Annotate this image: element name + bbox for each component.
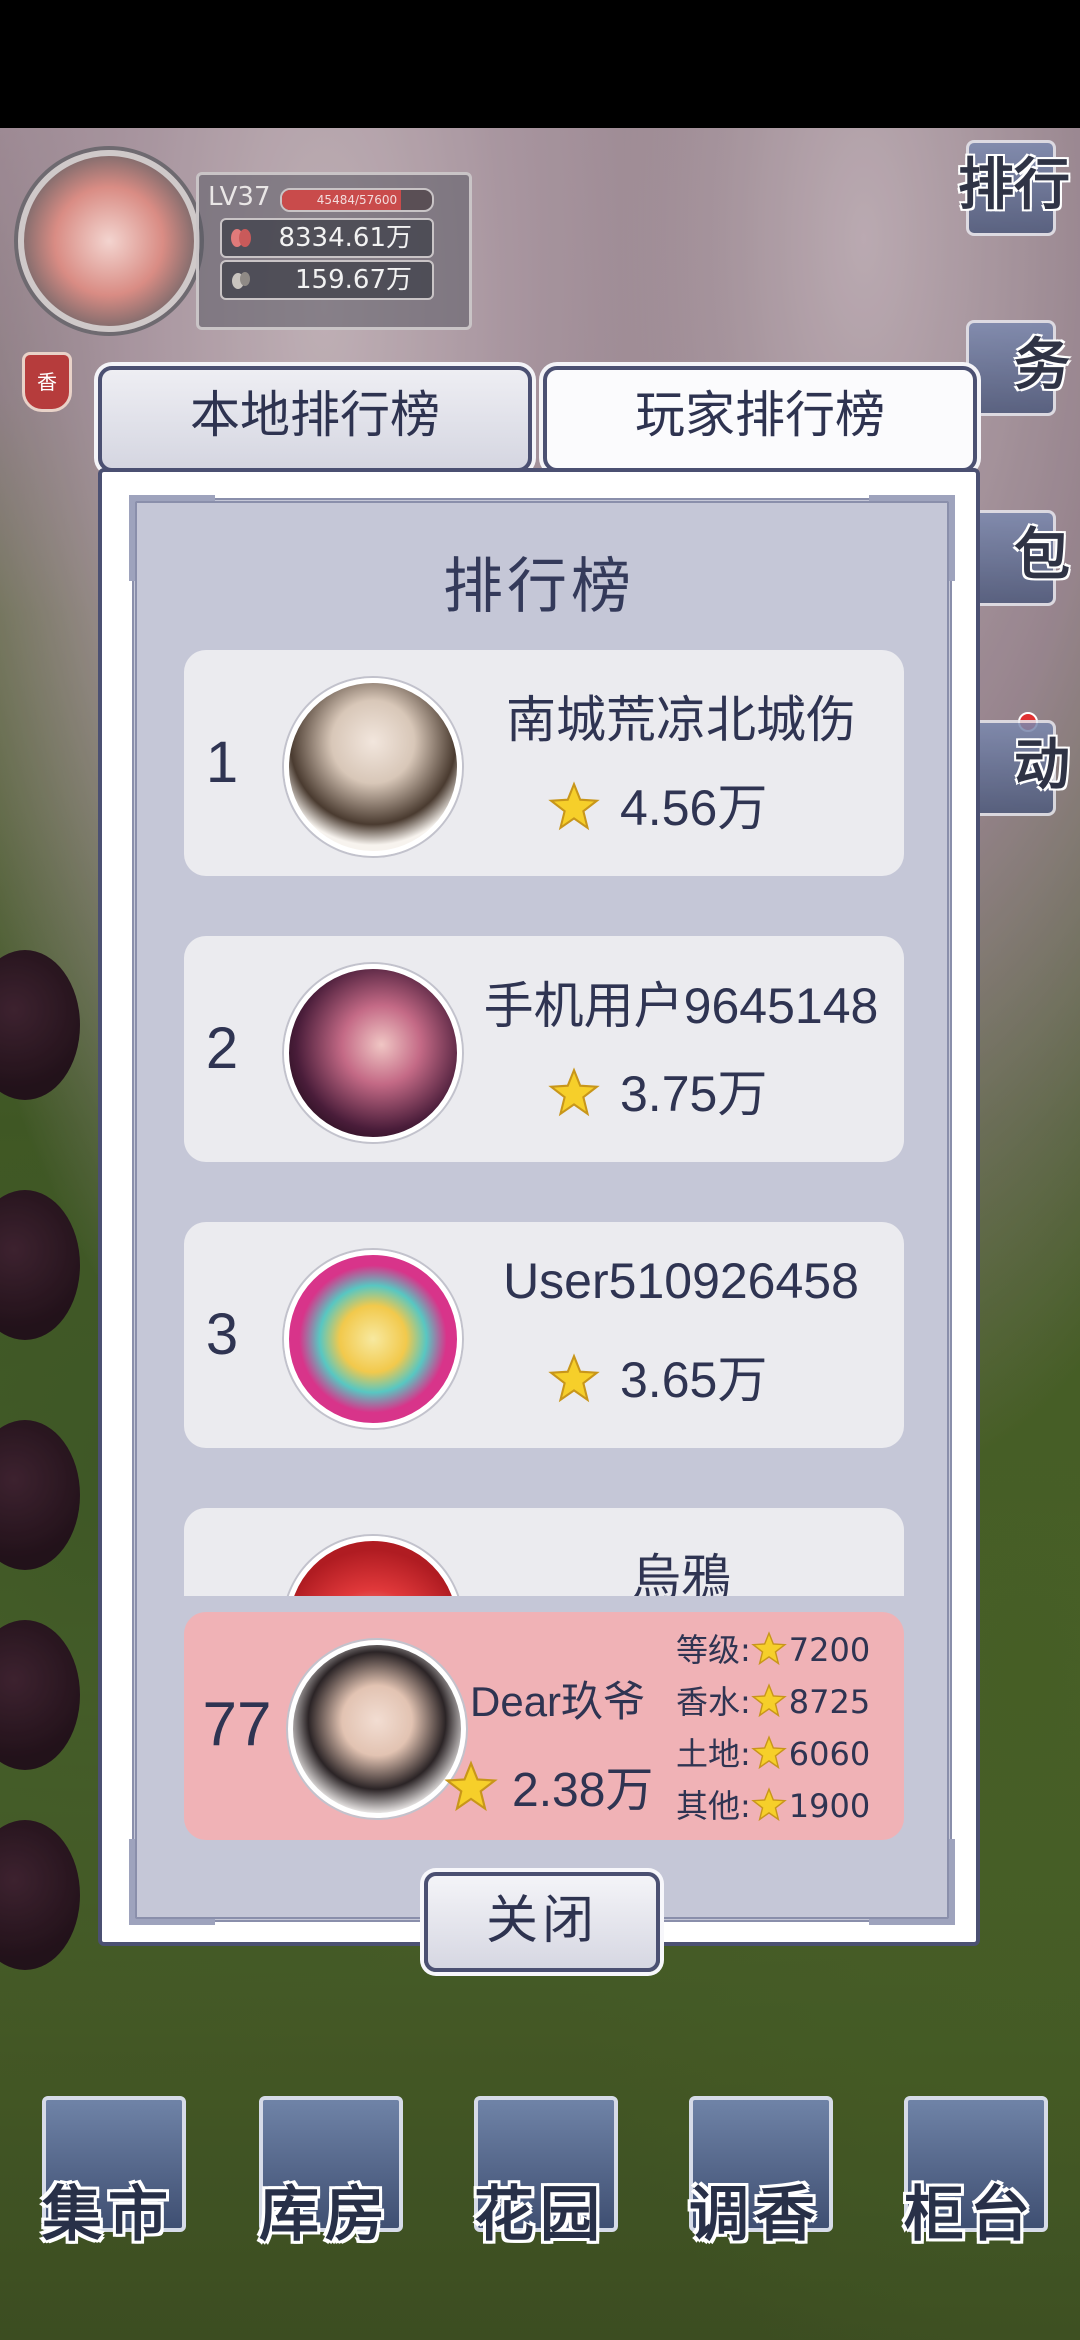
nav-counter-label: 柜台	[904, 2180, 1036, 2250]
side-menu-ranking-label: 排行	[958, 152, 1070, 218]
xp-text: 45484/57600	[316, 193, 398, 207]
resource-2: 159.67万	[220, 260, 434, 300]
side-menu-ranking[interactable]: 排行	[950, 140, 1070, 258]
my-player-name: Dear玖爷	[470, 1678, 646, 1725]
petal-icon	[231, 229, 251, 247]
stat-land: 土地: 6060	[676, 1728, 906, 1780]
nav-counter[interactable]: 柜台	[890, 2090, 1050, 2250]
score-value: 3.65万	[620, 1352, 768, 1408]
side-menu-events-label: 动	[1014, 732, 1070, 798]
corner-ornament	[129, 1839, 215, 1925]
star-icon	[750, 1683, 787, 1718]
my-ranking-row[interactable]: 77 Dear玖爷 2.38万 等级: 7200 香水: 8725 土地: 6060 …	[184, 1612, 904, 1840]
leaderboard-row[interactable]: 2 手机用户9645148 3.75万	[184, 936, 904, 1162]
corner-ornament	[869, 1839, 955, 1925]
nav-perfume-label: 调香	[689, 2180, 821, 2250]
player-score: 3.75万	[548, 1054, 767, 1126]
player-level: LV37	[208, 182, 271, 212]
nav-perfume[interactable]: 调香	[675, 2090, 835, 2250]
nav-warehouse-label: 库房	[259, 2180, 391, 2250]
my-score: 2.38万	[444, 1750, 653, 1820]
stat-level-label: 等级:	[676, 1631, 751, 1669]
close-button[interactable]: 关闭	[424, 1872, 660, 1972]
rank-number: 4	[202, 1508, 242, 1596]
player-name: 烏鴉	[631, 1550, 731, 1596]
my-avatar[interactable]	[288, 1640, 466, 1818]
resource-1: 8334.61万	[220, 218, 434, 258]
leaderboard-panel: 排行榜 1 南城荒凉北城伤 4.56万 2 手机用户9645148 3.75万 …	[98, 468, 980, 1946]
stat-other: 其他: 1900	[676, 1780, 906, 1832]
player-score: 3.65万	[548, 1340, 767, 1412]
my-score-value: 2.38万	[512, 1764, 654, 1817]
incense-badge[interactable]: 香	[22, 352, 72, 412]
stat-perfume-label: 香水:	[676, 1683, 751, 1721]
avatar[interactable]	[284, 1250, 462, 1428]
leaderboard-list[interactable]: 1 南城荒凉北城伤 4.56万 2 手机用户9645148 3.75万 3 Us…	[184, 650, 904, 1596]
tab-local-ranking[interactable]: 本地排行榜	[98, 366, 532, 472]
star-icon	[444, 1760, 498, 1812]
rank-number: 1	[205, 730, 239, 795]
my-rank-number: 77	[202, 1690, 272, 1759]
star-icon	[548, 1353, 600, 1403]
star-icon	[750, 1735, 787, 1770]
leaderboard-title: 排行榜	[443, 552, 635, 622]
stat-other-label: 其他:	[676, 1787, 751, 1825]
nav-market[interactable]: 集市	[28, 2090, 188, 2250]
stat-perfume-value: 8725	[788, 1683, 871, 1721]
player-avatar[interactable]	[18, 150, 200, 332]
star-icon	[548, 781, 600, 831]
rank-number: 2	[205, 1016, 239, 1081]
avatar[interactable]	[284, 964, 462, 1142]
resource-2-value: 159.67万	[295, 265, 412, 295]
player-name: 手机用户9645148	[483, 978, 879, 1034]
rank-number: 3	[205, 1302, 239, 1367]
star-icon	[548, 1067, 600, 1117]
player-name: User510926458	[503, 1253, 859, 1309]
tab-player-ranking[interactable]: 玩家排行榜	[543, 366, 977, 472]
side-menu-tasks-label: 务	[1014, 332, 1070, 398]
avatar[interactable]	[284, 678, 462, 856]
side-menu-bag-label: 包	[1014, 522, 1070, 588]
nav-garden[interactable]: 花园	[460, 2090, 620, 2250]
stat-land-label: 土地:	[676, 1735, 751, 1773]
player-score: 4.56万	[548, 768, 767, 840]
star-icon	[750, 1787, 787, 1822]
score-value: 3.75万	[620, 1066, 768, 1122]
star-icon	[750, 1631, 787, 1666]
stat-perfume: 香水: 8725	[676, 1676, 906, 1728]
leaderboard-row[interactable]: 4 烏鴉	[184, 1508, 904, 1596]
nav-warehouse[interactable]: 库房	[245, 2090, 405, 2250]
seed-icon	[232, 272, 250, 289]
score-value: 4.56万	[620, 780, 768, 836]
my-stats: 等级: 7200 香水: 8725 土地: 6060 其他: 1900	[676, 1624, 906, 1832]
xp-bar: 45484/57600	[280, 188, 434, 212]
nav-market-label: 集市	[42, 2180, 174, 2250]
resource-1-value: 8334.61万	[278, 223, 412, 253]
nav-garden-label: 花园	[474, 2180, 606, 2250]
stat-other-value: 1900	[788, 1787, 871, 1825]
stat-level: 等级: 7200	[676, 1624, 906, 1676]
stat-level-value: 7200	[788, 1631, 871, 1669]
leaderboard-row[interactable]: 3 User510926458 3.65万	[184, 1222, 904, 1448]
avatar[interactable]	[284, 1536, 462, 1596]
stat-land-value: 6060	[788, 1735, 871, 1773]
player-name: 南城荒凉北城伤	[506, 692, 856, 748]
leaderboard-row[interactable]: 1 南城荒凉北城伤 4.56万	[184, 650, 904, 876]
